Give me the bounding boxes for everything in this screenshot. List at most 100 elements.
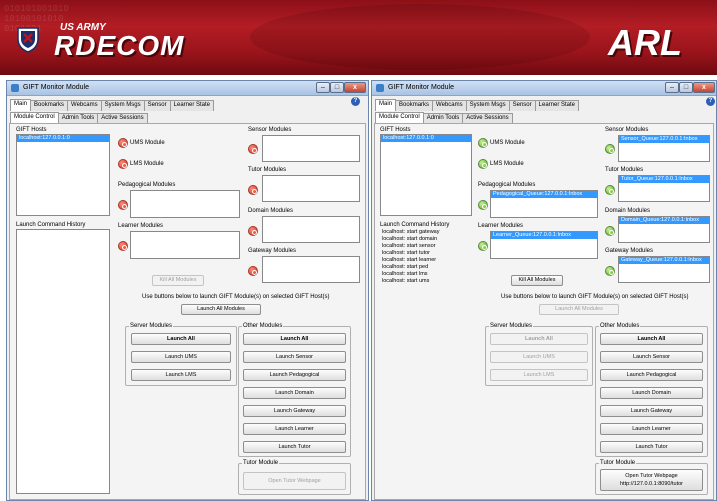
kill-all-modules-button[interactable]: Kill All Modules [152, 275, 204, 286]
maximize-button[interactable]: □ [679, 82, 693, 93]
help-icon[interactable]: ? [706, 97, 715, 106]
tab-bookmarks[interactable]: Bookmarks [395, 100, 434, 111]
host-item[interactable]: localhost:127.0.0.1:0 [381, 135, 471, 142]
pedagogical-modules-list[interactable] [130, 190, 240, 218]
launch-lms-button[interactable]: Launch LMS [490, 369, 588, 381]
launch-learner-button[interactable]: Launch Learner [600, 423, 703, 435]
learner-queue-item[interactable]: Learner_Queue:127.0.0.1:Inbox [491, 232, 597, 239]
sensor-queue-item[interactable]: Sensor_Queue:127.0.0.1:Inbox [619, 136, 709, 143]
maximize-button[interactable]: □ [330, 82, 344, 93]
minimize-button[interactable]: – [665, 82, 679, 93]
kill-all-modules-button[interactable]: Kill All Modules [511, 275, 563, 286]
launch-ums-button[interactable]: Launch UMS [490, 351, 588, 363]
sensor-modules-list[interactable]: Sensor_Queue:127.0.0.1:Inbox [618, 135, 710, 162]
gift-hosts-list[interactable]: localhost:127.0.0.1:0 [16, 134, 110, 216]
launch-domain-button[interactable]: Launch Domain [243, 387, 346, 399]
tab-system-msgs[interactable]: System Msgs [465, 100, 510, 111]
pedagogical-queue-item[interactable]: Pedagogical_Queue:127.0.0.1:Inbox [491, 191, 597, 198]
app-icon [11, 84, 19, 92]
learner-modules-list[interactable]: Learner_Queue:127.0.0.1:Inbox [490, 231, 598, 259]
domain-modules-list[interactable]: Domain_Queue:127.0.0.1:Inbox [618, 216, 710, 243]
tutor-status-icon [248, 185, 258, 195]
help-icon[interactable]: ? [351, 97, 360, 106]
sensor-modules-list[interactable] [262, 135, 360, 162]
tab-sensor[interactable]: Sensor [143, 100, 171, 111]
minimize-button[interactable]: – [316, 82, 330, 93]
tab-main[interactable]: Main [10, 99, 32, 111]
tab-learner-state[interactable]: Learner State [534, 100, 579, 111]
tutor-modules-list[interactable] [262, 175, 360, 202]
close-button[interactable]: x [693, 82, 715, 93]
launch-instruction-text: Use buttons below to launch GIFT Module(… [142, 294, 330, 300]
module-control-panel: GIFT Hosts localhost:127.0.0.1:0 Launch … [374, 123, 714, 500]
host-item[interactable]: localhost:127.0.0.1:0 [17, 135, 109, 142]
title-bar[interactable]: GIFT Monitor Module – □ x [372, 81, 716, 96]
launch-gateway-button[interactable]: Launch Gateway [600, 405, 703, 417]
launch-gateway-button[interactable]: Launch Gateway [243, 405, 346, 417]
launch-all-modules-button[interactable]: Launch All Modules [539, 304, 619, 315]
other-launch-all-button[interactable]: Launch All [600, 333, 703, 345]
launch-pedagogical-button[interactable]: Launch Pedagogical [600, 369, 703, 381]
domain-queue-item[interactable]: Domain_Queue:127.0.0.1:Inbox [619, 217, 709, 224]
server-modules-title: Server Modules [129, 323, 174, 329]
gift-hosts-list[interactable]: localhost:127.0.0.1:0 [380, 134, 472, 216]
tab-bookmarks[interactable]: Bookmarks [30, 100, 69, 111]
tab-system-msgs[interactable]: System Msgs [100, 100, 145, 111]
close-button[interactable]: x [344, 82, 366, 93]
sensor-modules-label: Sensor Modules [605, 127, 649, 133]
pedagogical-modules-list[interactable]: Pedagogical_Queue:127.0.0.1:Inbox [490, 190, 598, 218]
launch-ums-button[interactable]: Launch UMS [131, 351, 231, 363]
pedagogical-modules-label: Pedagogical Modules [478, 182, 536, 188]
domain-status-icon [248, 226, 258, 236]
tab-main[interactable]: Main [375, 99, 397, 111]
domain-modules-list[interactable] [262, 216, 360, 243]
tutor-module-group: Tutor Module Open Tutor Webpage [238, 460, 351, 495]
gateway-modules-list[interactable] [262, 256, 360, 283]
tab-sensor[interactable]: Sensor [508, 100, 536, 111]
ums-status-icon [118, 138, 128, 148]
tab-webcams[interactable]: Webcams [432, 100, 467, 111]
tab-webcams[interactable]: Webcams [67, 100, 102, 111]
launch-pedagogical-button[interactable]: Launch Pedagogical [243, 369, 346, 381]
domain-status-icon [605, 226, 615, 236]
learner-modules-list[interactable] [130, 231, 240, 259]
launch-all-modules-button[interactable]: Launch All Modules [181, 304, 261, 315]
launch-sensor-button[interactable]: Launch Sensor [243, 351, 346, 363]
server-launch-all-button[interactable]: Launch All [490, 333, 588, 345]
tutor-modules-label: Tutor Modules [605, 167, 644, 173]
gateway-status-icon [248, 266, 258, 276]
lms-module-label: LMS Module [490, 161, 524, 167]
launch-domain-button[interactable]: Launch Domain [600, 387, 703, 399]
launch-command-history-list[interactable]: localhost: start gateway localhost: star… [380, 229, 472, 494]
gateway-modules-label: Gateway Modules [605, 248, 654, 254]
window-title: GIFT Monitor Module [23, 84, 90, 91]
tab-learner-state[interactable]: Learner State [169, 100, 214, 111]
domain-modules-label: Domain Modules [248, 208, 294, 214]
other-launch-all-button[interactable]: Launch All [243, 333, 346, 345]
learner-modules-label: Learner Modules [478, 223, 524, 229]
gateway-modules-list[interactable]: Gateway_Queue:127.0.0.1:Inbox [618, 256, 710, 283]
launch-learner-button[interactable]: Launch Learner [243, 423, 346, 435]
launch-lms-button[interactable]: Launch LMS [131, 369, 231, 381]
open-tutor-webpage-button[interactable]: Open Tutor Webpage http://127.0.0.1:8090… [600, 469, 703, 491]
launch-tutor-button[interactable]: Launch Tutor [243, 441, 346, 453]
server-launch-all-button[interactable]: Launch All [131, 333, 231, 345]
launch-sensor-button[interactable]: Launch Sensor [600, 351, 703, 363]
launch-command-history-list[interactable] [16, 229, 110, 494]
main-tabs: Main Bookmarks Webcams System Msgs Senso… [375, 99, 579, 111]
open-tutor-webpage-button[interactable]: Open Tutor Webpage [243, 472, 346, 490]
tutor-queue-item[interactable]: Tutor_Queue:127.0.0.1:Inbox [619, 176, 709, 183]
history-item: localhost: start ums [382, 278, 430, 284]
tutor-module-title: Tutor Module [599, 460, 637, 466]
title-bar[interactable]: GIFT Monitor Module – □ x [7, 81, 368, 96]
sensor-status-icon [605, 144, 615, 154]
lms-module-label: LMS Module [130, 161, 164, 167]
history-item: localhost: start learner [382, 257, 437, 263]
sensor-modules-label: Sensor Modules [248, 127, 292, 133]
pedagogical-status-icon [478, 200, 488, 210]
gateway-status-icon [605, 266, 615, 276]
launch-tutor-button[interactable]: Launch Tutor [600, 441, 703, 453]
gateway-queue-item[interactable]: Gateway_Queue:127.0.0.1:Inbox [619, 257, 709, 264]
tutor-modules-list[interactable]: Tutor_Queue:127.0.0.1:Inbox [618, 175, 710, 202]
army-shield-icon [17, 27, 39, 53]
